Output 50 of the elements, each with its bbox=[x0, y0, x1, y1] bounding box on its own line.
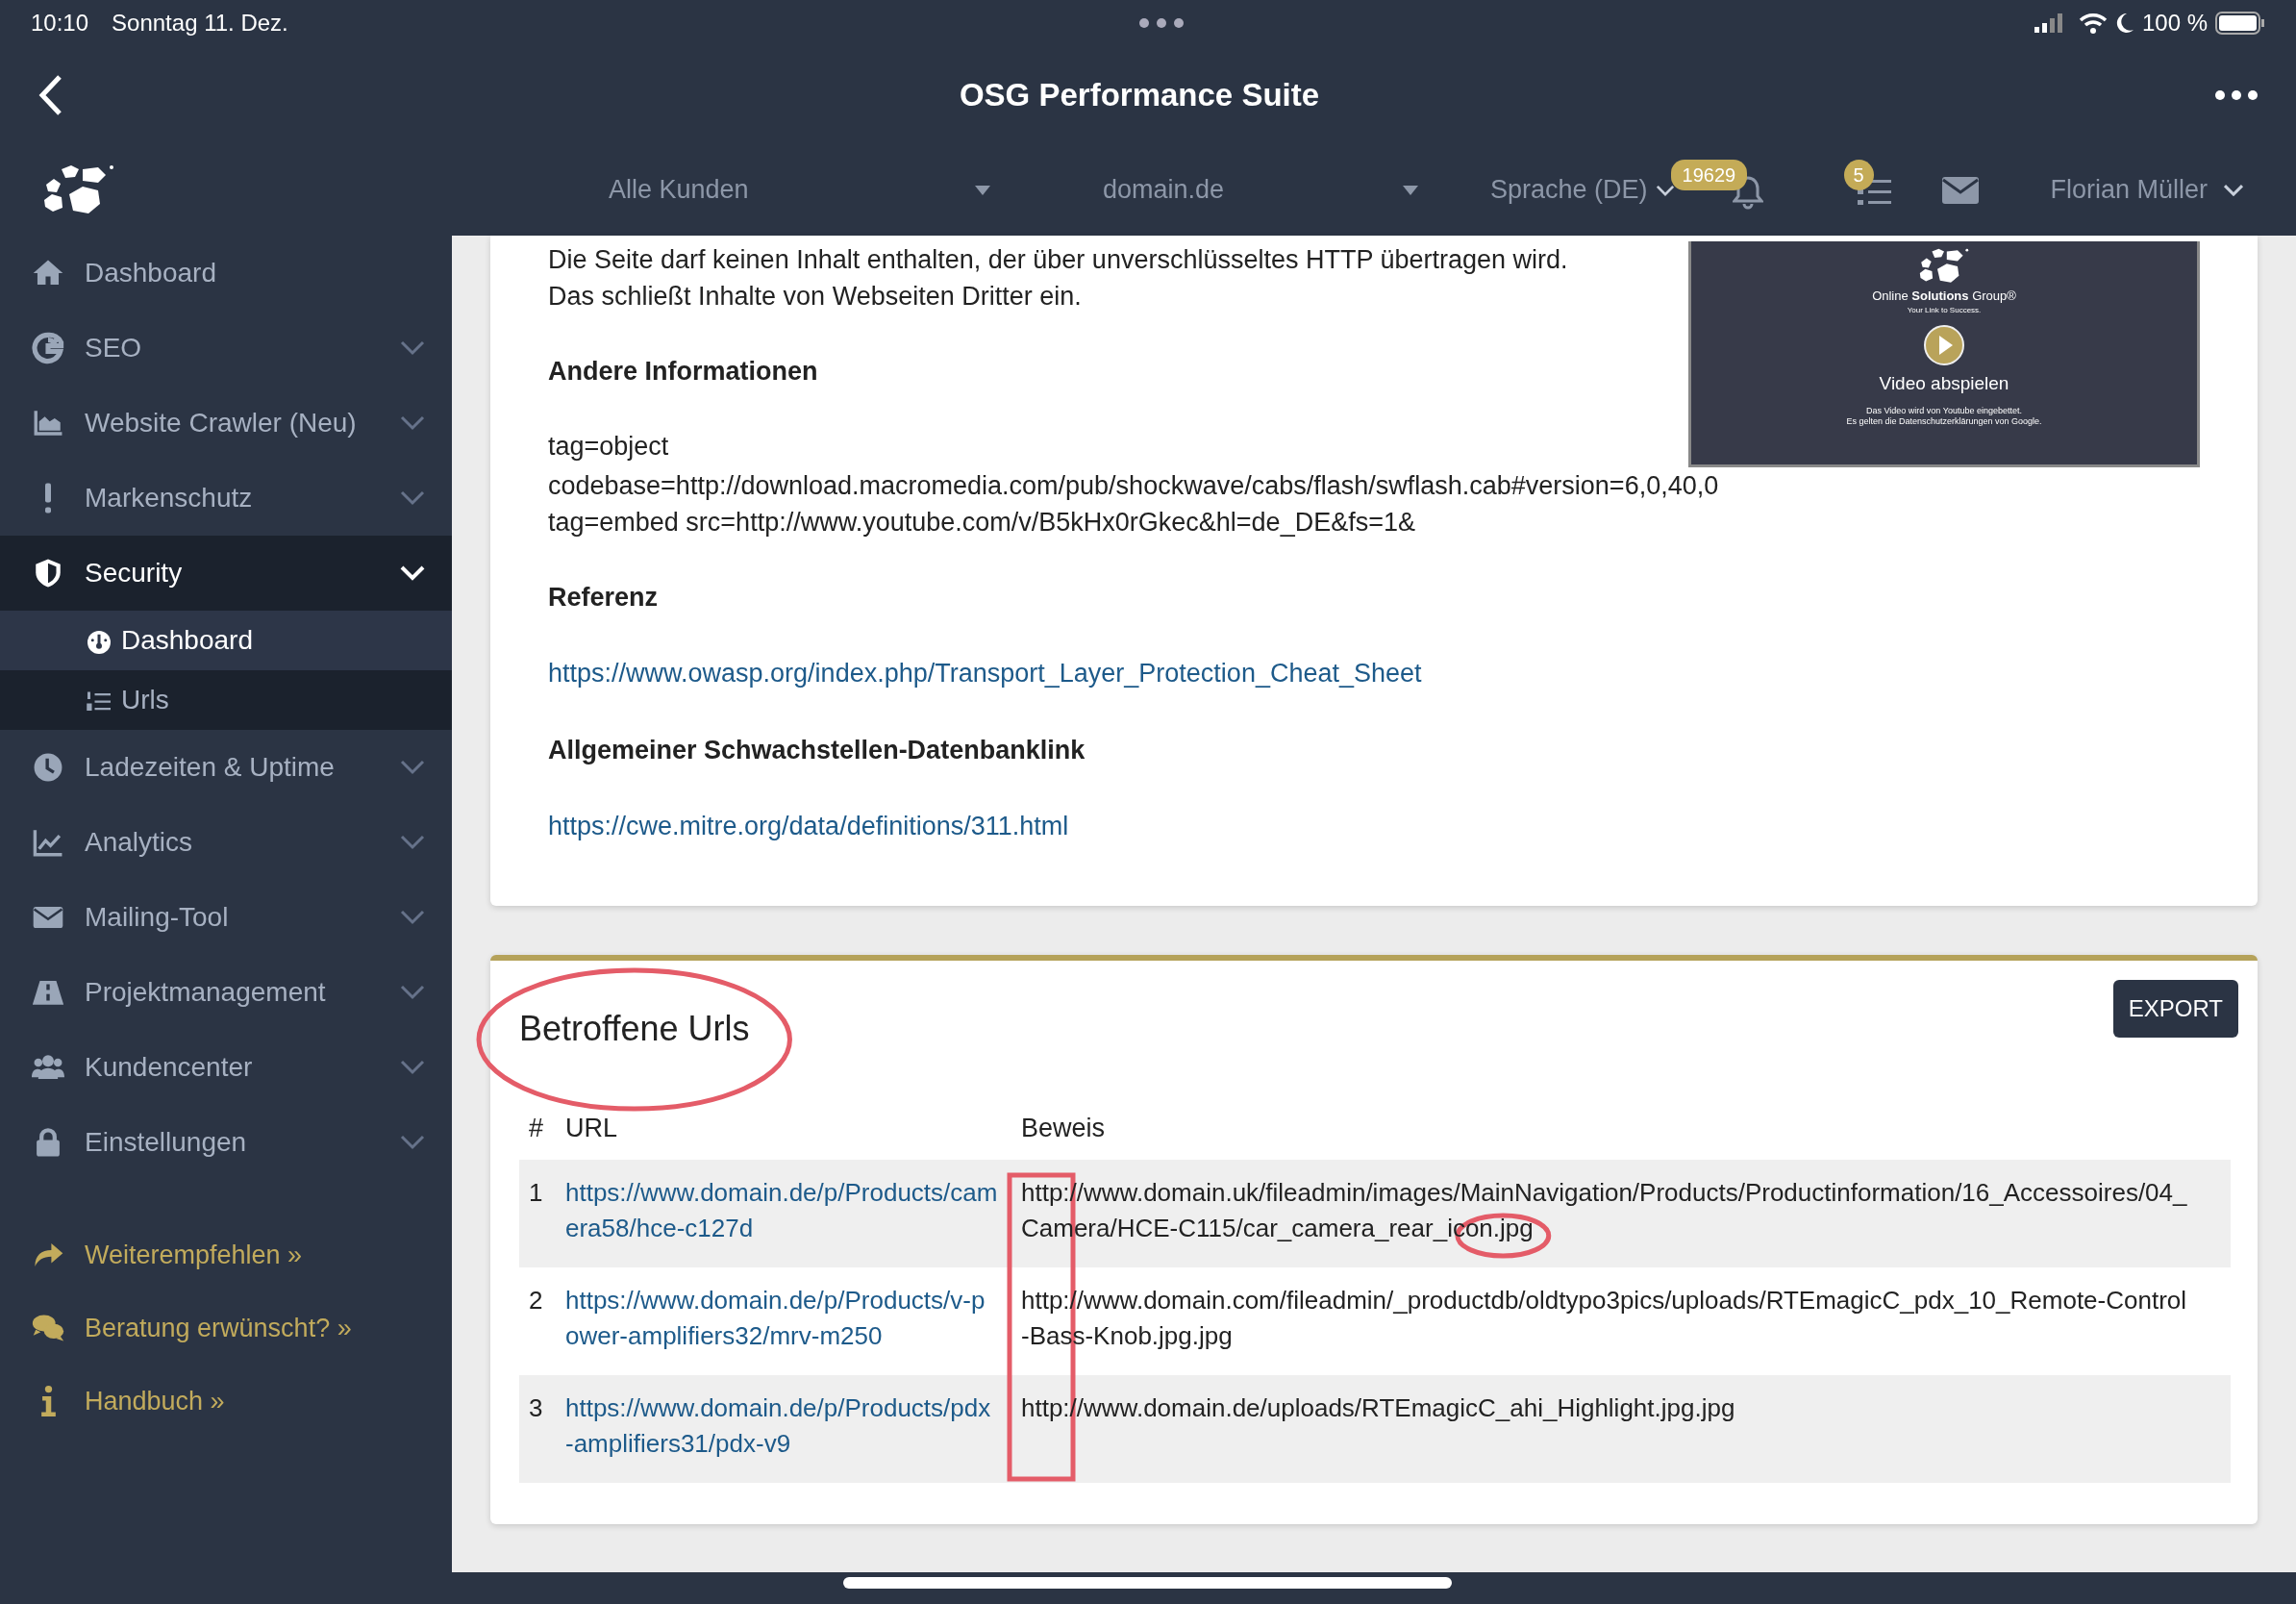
customer-select[interactable]: Alle Kunden bbox=[609, 170, 990, 210]
sidebar-subitem[interactable]: Urls bbox=[0, 670, 452, 730]
notification-badge: 19629 bbox=[1670, 159, 1748, 190]
sidebar-item[interactable]: Einstellungen bbox=[0, 1105, 452, 1180]
sidebar-link[interactable]: Weiterempfehlen » bbox=[0, 1218, 452, 1291]
sidebar-item[interactable]: Website Crawler (Neu) bbox=[0, 386, 452, 461]
section-heading: Referenz bbox=[548, 583, 659, 612]
sidebar-item[interactable]: Markenschutz bbox=[0, 461, 452, 536]
detail-text: tag=embed src=http://www.youtube.com/v/B5kHx0rGkec&hl=de_DE&fs=1& bbox=[548, 508, 1415, 537]
sidebar-link[interactable]: Handbuch » bbox=[0, 1365, 452, 1438]
sidebar-item[interactable]: Kundencenter bbox=[0, 1030, 452, 1105]
detail-text: Das schließt Inhalte von Webseiten Dritter ein. bbox=[548, 282, 1082, 311]
detail-text: codebase=http://download.macromedia.com/pub/shockwave/cabs/flash/swflash.cab#version=6,0,40,0 bbox=[548, 471, 1719, 500]
video-player[interactable]: Online Solutions Group® Your Link to Success. Video abspielen Das Video wird von Youtube eingebettet. Es gelten die Datenschutzerklärungen von Google. bbox=[1688, 241, 2200, 467]
brand-tagline: Your Link to Success. bbox=[1907, 305, 1982, 317]
detail-text: Die Seite darf keinen Inhalt enthalten, der über unverschlüsseltes HTTP übertragen wird. bbox=[548, 245, 1568, 274]
brand-name: Online Solutions Group® bbox=[1872, 287, 2016, 305]
reference-link[interactable]: https://www.owasp.org/index.php/Transport_Layer_Protection_Cheat_Sheet bbox=[548, 659, 1422, 688]
row-number: 3 bbox=[529, 1393, 543, 1422]
section-heading: Andere Informationen bbox=[548, 357, 818, 386]
user-menu[interactable]: Florian Müller bbox=[2050, 170, 2245, 210]
battery-percentage: 100 % bbox=[2141, 9, 2208, 38]
row-number: 2 bbox=[529, 1286, 543, 1315]
video-notice: Das Video wird von Youtube eingebettet. bbox=[1865, 405, 2023, 416]
sidebar-item[interactable]: Analytics bbox=[0, 805, 452, 880]
column-header: Beweis bbox=[1021, 1114, 1106, 1142]
sidebar-link[interactable]: Beratung erwünscht? » bbox=[0, 1291, 452, 1365]
video-play-label: Video abspielen bbox=[1879, 372, 2009, 396]
sidebar-item[interactable]: Mailing-Tool bbox=[0, 880, 452, 955]
sidebar-item[interactable]: Projektmanagement bbox=[0, 955, 452, 1030]
export-button[interactable]: EXPORT bbox=[2112, 980, 2238, 1038]
task-badge: 5 bbox=[1843, 159, 1874, 190]
sidebar-subitem[interactable]: Dashboard bbox=[0, 611, 452, 670]
video-notice: Es gelten die Datenschutzerklärungen von Google. bbox=[1846, 415, 2042, 427]
sidebar-item[interactable]: SEO bbox=[0, 311, 452, 386]
column-header: # bbox=[529, 1114, 544, 1142]
sidebar-item[interactable]: Security bbox=[0, 536, 452, 611]
status-time: 10:10 bbox=[31, 9, 89, 38]
domain-select[interactable]: domain.de bbox=[1093, 170, 1418, 210]
sidebar-item[interactable]: Dashboard bbox=[0, 236, 452, 311]
detail-text: tag=object bbox=[548, 432, 669, 461]
reference-link[interactable]: https://cwe.mitre.org/data/definitions/311.html bbox=[548, 811, 1069, 840]
url-link[interactable]: https://www.domain.de/p/Products/v-power-amplifiers32/mrv-m250 bbox=[565, 1283, 998, 1354]
section-title: Betroffene Urls bbox=[519, 1008, 750, 1050]
sidebar-item[interactable]: Ladezeiten & Uptime bbox=[0, 730, 452, 805]
app-title: OSG Performance Suite bbox=[959, 76, 1320, 115]
row-number: 1 bbox=[529, 1178, 543, 1207]
status-date: Sonntag 11. Dez. bbox=[112, 9, 288, 38]
section-heading: Allgemeiner Schwachstellen-Datenbanklink bbox=[548, 735, 1086, 764]
column-header: URL bbox=[565, 1114, 617, 1142]
